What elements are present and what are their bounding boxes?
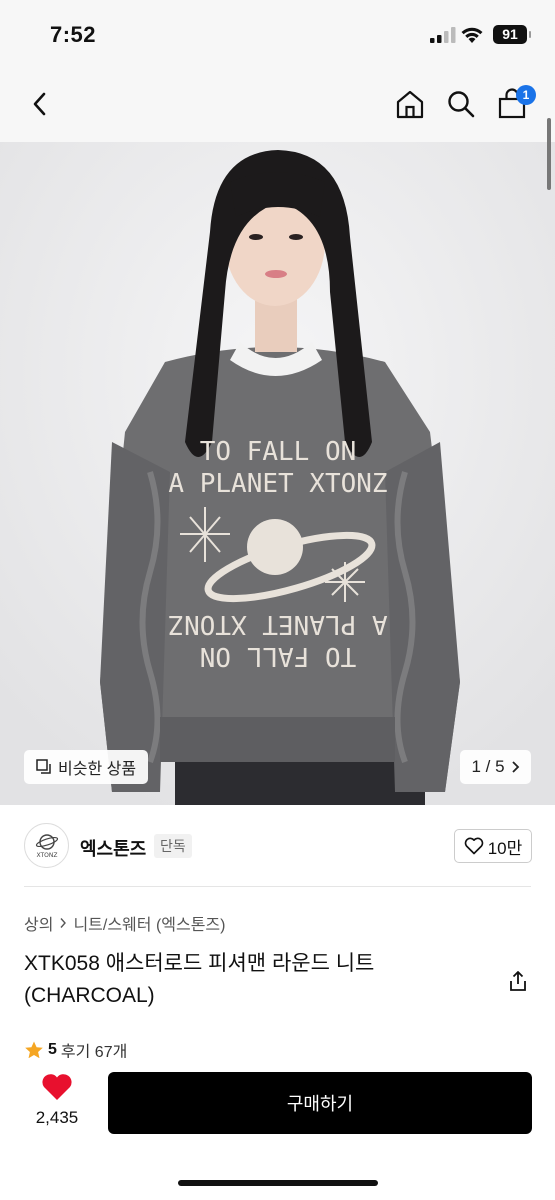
home-indicator [178,1180,378,1186]
print-line-1-mirrored: TO FALL ON [200,641,357,671]
print-line-2: A PLANET XTONZ [168,469,387,499]
bottom-action-bar: 2,435 구매하기 [0,1058,555,1200]
chevron-left-icon [33,92,46,116]
buy-button[interactable]: 구매하기 [108,1072,532,1134]
search-button[interactable] [441,84,481,124]
cart-button[interactable]: 1 [492,84,536,124]
status-time: 7:52 [50,22,97,47]
breadcrumb: 상의 니트/스웨터 (엑스톤즈) [24,911,225,935]
exclusive-tag: 단독 [154,834,192,858]
home-icon [396,90,424,119]
copy-icon [36,759,51,774]
heart-outline-icon [464,837,483,855]
brand-logo[interactable]: XTONZ [24,823,69,868]
brand-like-button[interactable]: 10만 [454,829,532,863]
cellular-signal-icon [430,27,456,43]
search-icon [448,91,475,118]
similar-products-label: 비슷한 상품 [58,761,137,778]
product-image[interactable]: TO FALL ON A PLANET XTONZ TO FALL ON A P… [0,142,555,805]
chevron-right-icon [511,761,519,773]
image-pager[interactable]: 1 / 5 [460,750,531,784]
divider [24,886,531,887]
svg-text:XTONZ: XTONZ [36,852,57,859]
chevron-right-icon [60,918,67,928]
product-title: XTK058 애스터로드 피셔맨 라운드 니트 (CHARCOAL) [24,952,375,1007]
brand-like-count: 10만 [487,838,523,858]
battery-indicator: 91 [493,25,531,44]
brand-logo-mark: XTONZ [35,833,58,859]
cart-badge: 1 [516,85,536,105]
home-button[interactable] [390,84,430,124]
breadcrumb-category[interactable]: 상의 [24,911,53,935]
navigation-bar: 1 [0,70,555,142]
product-photo: TO FALL ON A PLANET XTONZ TO FALL ON A P… [0,142,555,805]
print-line-2-mirrored: A PLANET XTONZ [168,609,387,639]
pager-text: 1 / 5 [471,757,505,776]
brand-name[interactable]: 엑스톤즈 [80,835,146,861]
share-icon [510,971,526,991]
status-bar: 7:52 91 [0,0,555,70]
wishlist-count: 2,435 [35,1108,79,1127]
back-button[interactable] [20,84,60,124]
breadcrumb-subcategory[interactable]: 니트/스웨터 (엑스톤즈) [73,911,225,935]
page-scrollbar[interactable] [547,118,551,190]
rating-score: 5 [48,1041,57,1058]
heart-filled-icon [42,1074,72,1100]
brand-row: XTONZ 엑스톤즈 단독 10만 [0,805,555,887]
wifi-icon [461,27,483,43]
wishlist-button[interactable]: 2,435 [24,1072,90,1138]
share-button[interactable] [505,968,531,994]
similar-products-button[interactable]: 비슷한 상품 [24,750,149,784]
print-line-1: TO FALL ON [200,437,357,467]
star-icon [25,1041,43,1059]
